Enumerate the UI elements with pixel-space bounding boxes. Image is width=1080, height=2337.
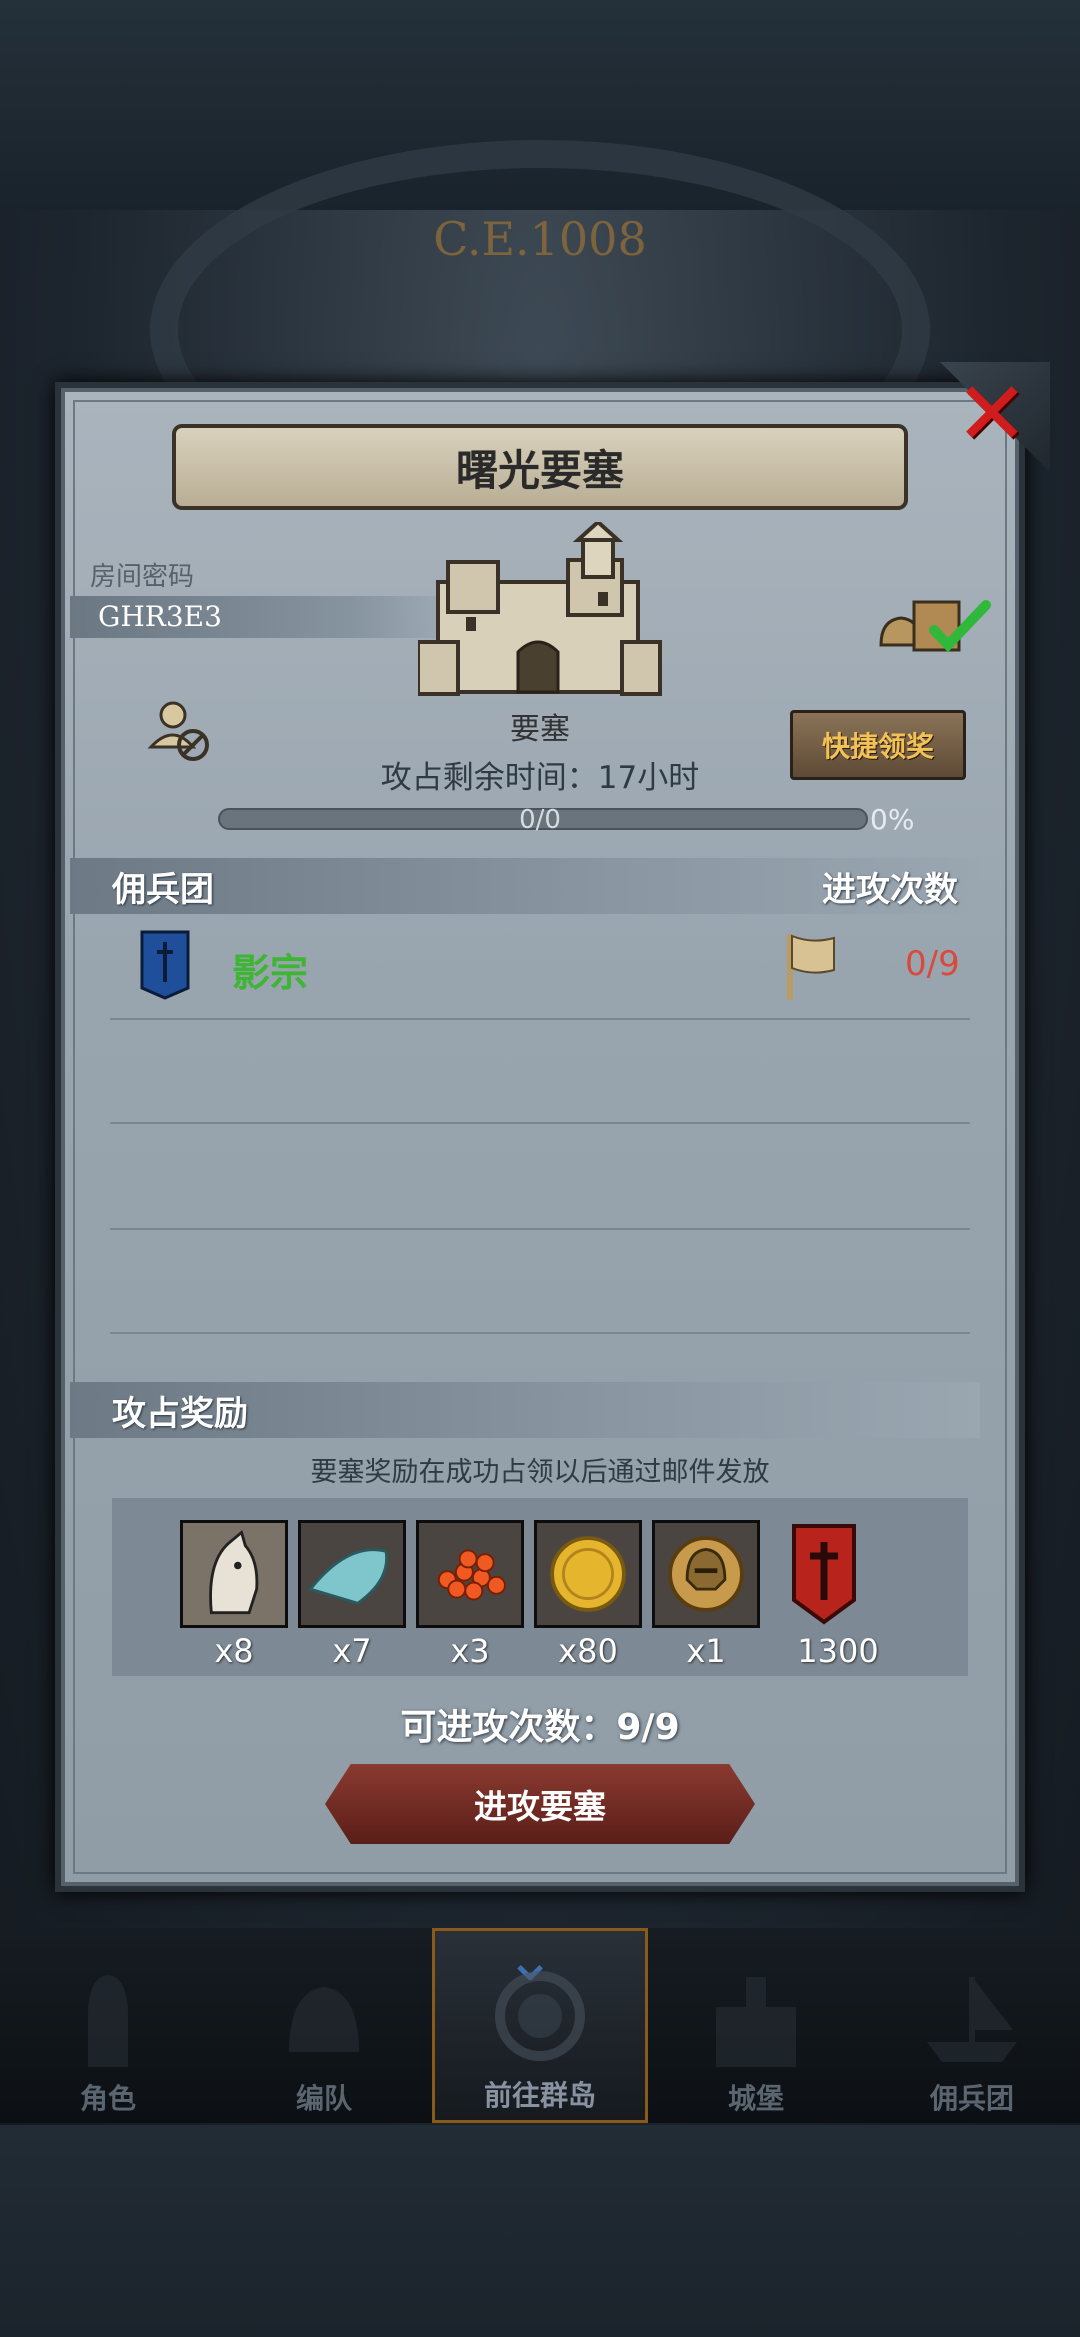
room-password-label: 房间密码 [90,562,195,592]
remaining-attempts: 可进攻次数：9/9 [400,1707,680,1748]
nav-item-character[interactable]: 角色 [0,1928,216,2123]
nav-item-islands[interactable]: ⌄ 前往群岛 [432,1925,648,2123]
item-quantity: 1300 [797,1632,879,1670]
knight-icon [88,1975,128,2067]
castle-icon [716,1977,796,2067]
helmet-icon [289,1987,359,2052]
guild-attack-count: 0/9 [905,944,960,984]
close-icon[interactable]: ✕ [955,370,1029,458]
ship-icon [927,1977,1017,2062]
attack-fortress-button[interactable]: 进攻要塞 [325,1764,755,1844]
mercenary-title: 佣兵团 [112,870,214,910]
guild-name[interactable]: 影宗 [232,942,308,997]
item-quantity: x1 [686,1632,726,1670]
gold-coin-icon[interactable] [534,1520,642,1628]
row-divider [110,1122,970,1124]
fortress-icon [418,522,662,696]
horse-icon[interactable] [180,1520,288,1628]
progress-count: 0/0 [519,805,561,835]
reward-box-claimed-icon[interactable] [876,590,996,660]
user-blocked-icon[interactable] [145,695,215,765]
progress-percent: 0% [870,803,915,836]
row-divider [110,1332,970,1334]
helmet-coin-icon[interactable] [652,1520,760,1628]
nav-label: 佣兵团 [929,2082,1014,2115]
nav-label: 角色 [79,2082,136,2115]
nav-item-castle[interactable]: 城堡 [648,1928,864,2123]
bottom-nav: 角色 编队 ⌄ 前往群岛 城堡 佣兵团 [0,1925,1080,2123]
roe-icon[interactable] [416,1520,524,1628]
nav-item-formation[interactable]: 编队 [216,1928,432,2123]
dialog-title: 曙光要塞 [172,424,908,510]
nav-item-mercenary[interactable]: 佣兵团 [864,1928,1080,2123]
cloth-icon[interactable] [298,1520,406,1628]
nav-label: 城堡 [727,2082,784,2115]
flag-icon [787,934,835,1000]
attack-count-header: 进攻次数 [822,870,958,910]
quick-claim-button[interactable]: 快捷领奖 [790,710,966,780]
era-label: C.E.1008 [433,212,647,266]
row-divider [110,1228,970,1230]
bottom-backdrop [0,2125,1080,2337]
nav-label: 前往群岛 [483,2079,596,2112]
guild-banner-icon[interactable] [770,1520,878,1628]
nav-label: 编队 [295,2082,352,2115]
row-divider [110,1018,970,1020]
reward-note: 要塞奖励在成功占领以后通过邮件发放 [310,1457,770,1488]
guild-banner-icon [140,930,190,1000]
room-code: GHR3E3 [98,600,222,633]
reward-title: 攻占奖励 [112,1394,248,1434]
compass-icon [495,1971,585,2061]
